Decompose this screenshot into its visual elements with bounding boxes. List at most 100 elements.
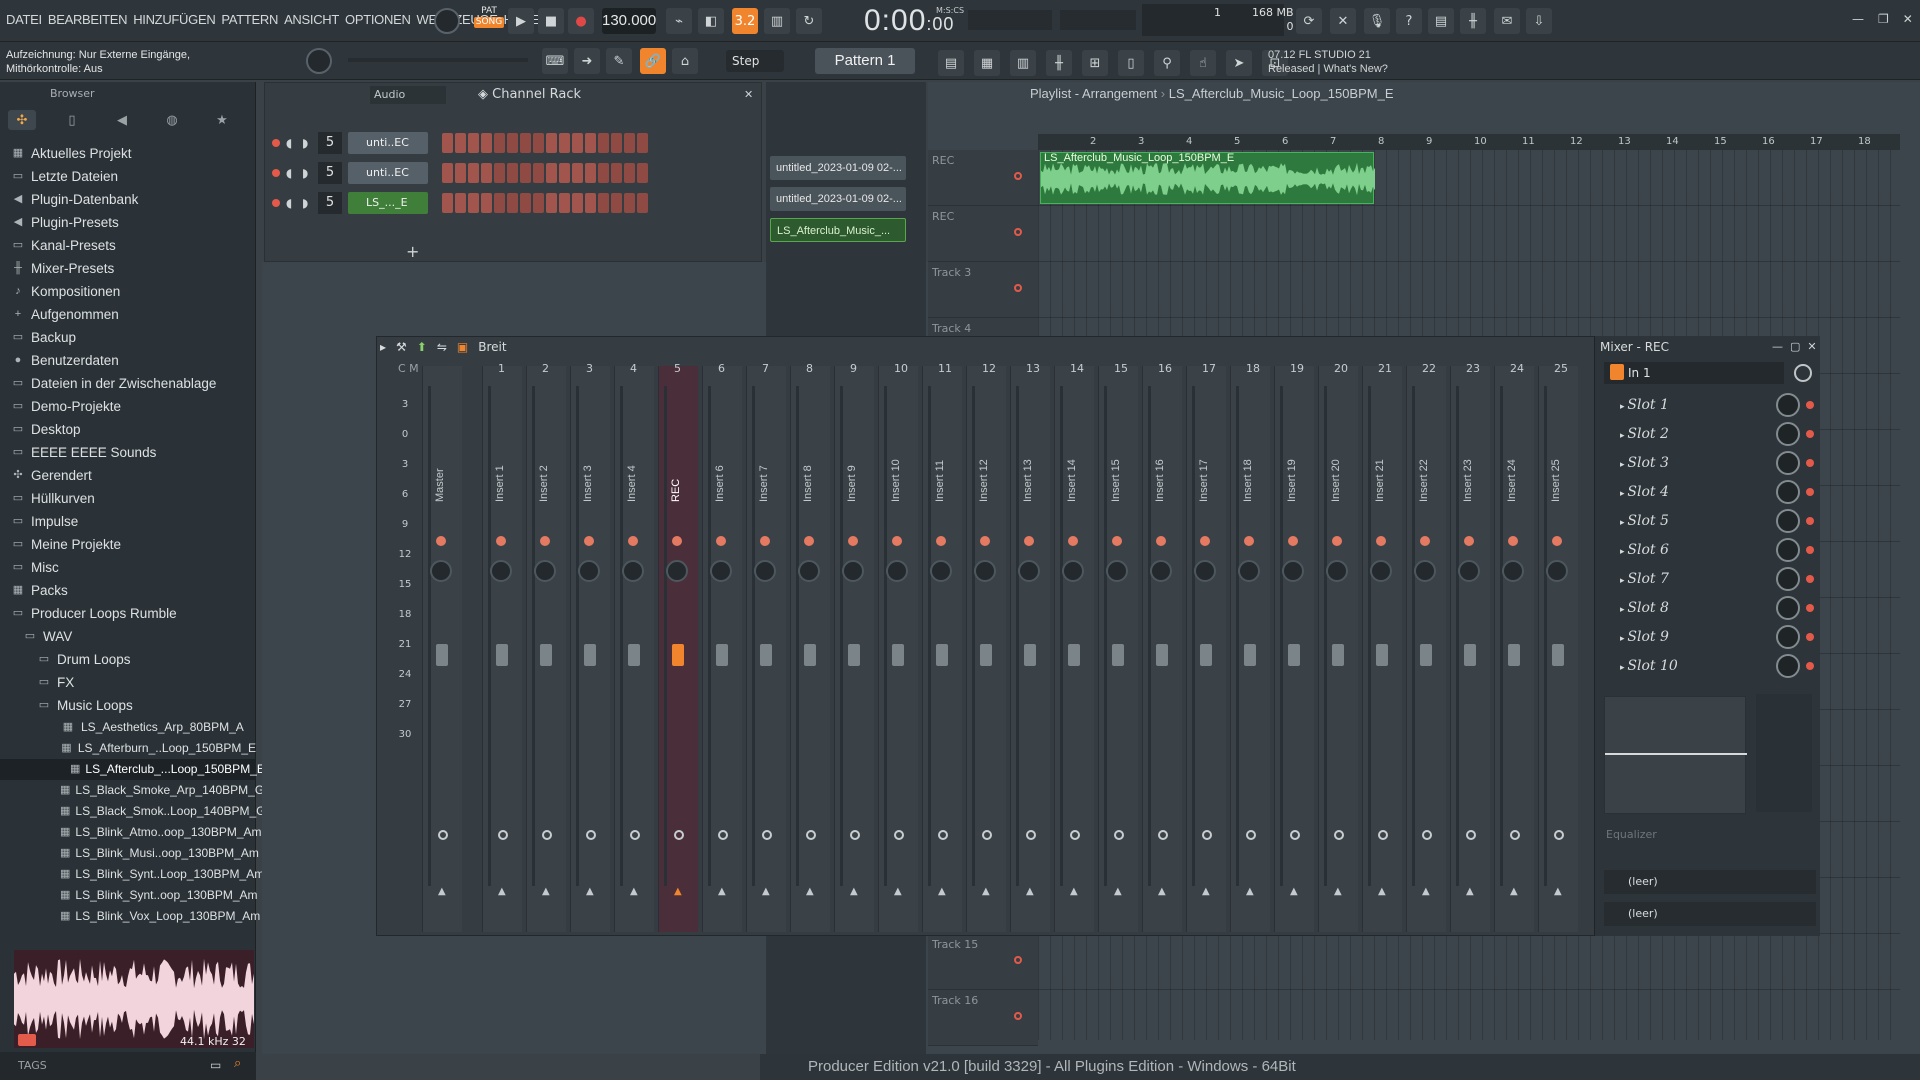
- volume-fader[interactable]: [760, 644, 772, 666]
- volume-fader[interactable]: [1244, 644, 1256, 666]
- step-button[interactable]: [559, 193, 570, 213]
- volume-fader[interactable]: [584, 644, 596, 666]
- browser-file[interactable]: ▦ LS_Aesthetics_Arp_80BPM_A: [0, 717, 256, 738]
- step-button[interactable]: [455, 133, 466, 153]
- input-select[interactable]: In 1: [1604, 362, 1784, 384]
- browser-item[interactable]: ▭ Letzte Dateien: [0, 165, 256, 188]
- channel-name-button[interactable]: unti..EC: [348, 162, 428, 184]
- mixer-strip[interactable]: Insert 7 ▲: [746, 366, 788, 932]
- step-button[interactable]: [442, 163, 453, 183]
- mixer-strip[interactable]: Master ▲: [422, 366, 464, 932]
- stereo-icon[interactable]: [718, 830, 728, 840]
- browser-item[interactable]: ▭ Drum Loops: [0, 648, 256, 671]
- stereo-icon[interactable]: [1246, 830, 1256, 840]
- piano-roll-button[interactable]: ▦: [974, 50, 1000, 76]
- pan-knob[interactable]: [490, 560, 512, 582]
- fx-enable-icon[interactable]: [1112, 536, 1122, 546]
- fx-slot[interactable]: ▸ Slot 4: [1606, 479, 1786, 505]
- slot-mix-knob[interactable]: [1776, 480, 1800, 504]
- route-arrow-icon[interactable]: ▲: [1246, 886, 1254, 897]
- fx-slot[interactable]: ▸ Slot 8: [1606, 595, 1786, 621]
- step-button[interactable]: [520, 163, 531, 183]
- mixer-strip[interactable]: Insert 19 ▲: [1274, 366, 1316, 932]
- stereo-icon[interactable]: [1334, 830, 1344, 840]
- volume-fader[interactable]: [1508, 644, 1520, 666]
- menu-item-1[interactable]: BEARBEITEN: [48, 12, 133, 27]
- slot-mix-knob[interactable]: [1776, 538, 1800, 562]
- track-record-icon[interactable]: [1014, 1012, 1022, 1020]
- fx-enable-icon[interactable]: [980, 536, 990, 546]
- menu-item-0[interactable]: DATEI: [6, 12, 48, 27]
- mixer-strip[interactable]: Insert 25 ▲: [1538, 366, 1580, 932]
- route-arrow-icon[interactable]: ▲: [762, 886, 770, 897]
- script-button[interactable]: ➤: [1226, 50, 1252, 76]
- pattern-selector[interactable]: Pattern 1: [815, 48, 915, 74]
- route-arrow-icon[interactable]: ▲: [1290, 886, 1298, 897]
- undo-history-button[interactable]: ⟳: [1296, 8, 1322, 34]
- pan-knob[interactable]: [1106, 560, 1128, 582]
- pan-knob[interactable]: [578, 560, 600, 582]
- volume-fader[interactable]: [1332, 644, 1344, 666]
- route-arrow-icon[interactable]: ▲: [938, 886, 946, 897]
- route-arrow-icon[interactable]: ▲: [1334, 886, 1342, 897]
- mixer-strip[interactable]: Insert 16 ▲: [1142, 366, 1184, 932]
- fx-enable-icon[interactable]: [1420, 536, 1430, 546]
- sample-preview-waveform[interactable]: [14, 950, 254, 1048]
- browser-tab-plugins[interactable]: ◀: [108, 110, 136, 130]
- view-mode-icon[interactable]: ▣: [457, 340, 468, 354]
- track-header[interactable]: REC: [928, 150, 1038, 206]
- browser-item[interactable]: ▭ FX: [0, 671, 256, 694]
- volume-fader[interactable]: [804, 644, 816, 666]
- keyboard-button[interactable]: ⌨: [542, 48, 568, 74]
- step-button[interactable]: [468, 193, 479, 213]
- mixer-strip[interactable]: Insert 15 ▲: [1098, 366, 1140, 932]
- mixer-strip[interactable]: Insert 10 ▲: [878, 366, 920, 932]
- step-button[interactable]: [520, 133, 531, 153]
- fx-slot[interactable]: ▸ Slot 9: [1606, 624, 1786, 650]
- step-button[interactable]: [572, 193, 583, 213]
- stereo-icon[interactable]: [1290, 830, 1300, 840]
- pan-knob[interactable]: [974, 560, 996, 582]
- stereo-icon[interactable]: [586, 830, 596, 840]
- mixer-strip[interactable]: Insert 14 ▲: [1054, 366, 1096, 932]
- fx-enable-icon[interactable]: [936, 536, 946, 546]
- stereo-icon[interactable]: [1422, 830, 1432, 840]
- step-button[interactable]: [585, 133, 596, 153]
- browser-item[interactable]: ▭ Meine Projekte: [0, 533, 256, 556]
- fx-enable-icon[interactable]: [436, 536, 446, 546]
- channel-mixer-track[interactable]: 5: [318, 192, 342, 214]
- wait-input-button[interactable]: ◧: [698, 8, 724, 34]
- fx-enable-icon[interactable]: [1332, 536, 1342, 546]
- slot-enable-led[interactable]: [1806, 488, 1814, 496]
- step-button[interactable]: [481, 163, 492, 183]
- zoom-slider[interactable]: [348, 58, 528, 62]
- browser-item[interactable]: ▭ Misc: [0, 556, 256, 579]
- route-arrow-icon[interactable]: ▲: [894, 886, 902, 897]
- stereo-icon[interactable]: [1026, 830, 1036, 840]
- step-button[interactable]: [494, 163, 505, 183]
- step-button[interactable]: [533, 133, 544, 153]
- pan-knob[interactable]: [842, 560, 864, 582]
- slot-enable-led[interactable]: [1806, 430, 1814, 438]
- route-arrow-icon[interactable]: ▲: [806, 886, 814, 897]
- pan-knob[interactable]: [1150, 560, 1172, 582]
- step-button[interactable]: [624, 163, 635, 183]
- stereo-icon[interactable]: [1554, 830, 1564, 840]
- pan-knob[interactable]: [1062, 560, 1084, 582]
- step-button[interactable]: [546, 133, 557, 153]
- snap-select[interactable]: Step: [726, 50, 784, 72]
- route-arrow-icon[interactable]: ▲: [982, 886, 990, 897]
- browser-file[interactable]: ▦ LS_Blink_Atmo..oop_130BPM_Am: [0, 822, 262, 843]
- pan-knob[interactable]: [1238, 560, 1260, 582]
- route-arrow-icon[interactable]: ▲: [630, 886, 638, 897]
- channel-mixer-track[interactable]: 5: [318, 162, 342, 184]
- fx-enable-icon[interactable]: [1068, 536, 1078, 546]
- mixer-strip[interactable]: Insert 24 ▲: [1494, 366, 1536, 932]
- wrench-mixer-icon[interactable]: ⚒: [396, 340, 407, 354]
- browser-item[interactable]: ▭ Desktop: [0, 418, 256, 441]
- download-button[interactable]: ⇩: [1526, 8, 1552, 34]
- fx-enable-icon[interactable]: [892, 536, 902, 546]
- browser-file[interactable]: ▦ LS_Black_Smoke_Arp_140BPM_G: [0, 780, 264, 801]
- channel-filter[interactable]: Audio: [370, 86, 446, 104]
- mixer-close-icon[interactable]: ✕: [1807, 340, 1816, 353]
